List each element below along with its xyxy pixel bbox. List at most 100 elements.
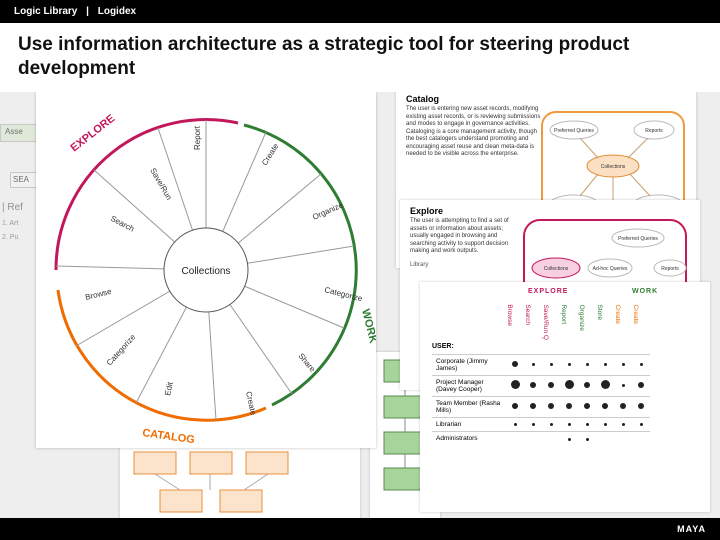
spoke: Report (193, 125, 202, 150)
matrix-cell (596, 375, 614, 396)
spoke: Share (296, 352, 317, 375)
catalog-blurb: The user is entering new asset records, … (406, 106, 546, 159)
matrix-cell (524, 375, 542, 396)
matrix-cell (506, 354, 524, 375)
spoke: Categorize (105, 332, 138, 367)
svg-text:Ad-hoc Queries: Ad-hoc Queries (593, 266, 628, 272)
matrix-row: Team Member (Rasha Mills) (432, 397, 650, 418)
matrix-row: Project Manager (Davey Cooper) (432, 375, 650, 396)
matrix-col: Save/Run Q (542, 302, 560, 354)
matrix-role: Project Manager (Davey Cooper) (432, 375, 506, 396)
matrix-cell (614, 432, 632, 446)
svg-text:Reports: Reports (661, 266, 679, 272)
footer-bar (0, 518, 720, 540)
matrix-cell (560, 397, 578, 418)
stage: Asse SEA | Ref 1. Art 2. Pu (0, 92, 720, 522)
spoke: Create (260, 141, 281, 167)
matrix-cell (614, 397, 632, 418)
matrix-col: Report (560, 302, 578, 354)
matrix-role: Librarian (432, 418, 506, 432)
spoke: Browse (84, 287, 113, 302)
matrix-cell (632, 418, 650, 432)
slide-title: Use information architecture as a strate… (0, 23, 720, 89)
matrix-cell (632, 397, 650, 418)
top-bar: Logic Library | Logidex (0, 0, 720, 23)
ghost-tab: Asse (0, 124, 38, 142)
matrix-cell (506, 397, 524, 418)
matrix-cell (578, 418, 596, 432)
svg-text:Collections: Collections (544, 266, 569, 272)
ghost-row: 2. Pu (2, 234, 18, 241)
spoke: Search (109, 214, 136, 234)
matrix-cell (596, 354, 614, 375)
matrix-row: Administrators (432, 432, 650, 446)
matrix-cell (506, 418, 524, 432)
matrix-cell (560, 418, 578, 432)
matrix-cell (542, 375, 560, 396)
matrix-cell (542, 418, 560, 432)
matrix-user-header: USER: (432, 343, 454, 350)
matrix-row: Corporate (Jimmy James) (432, 354, 650, 375)
matrix-cell (524, 397, 542, 418)
matrix-cell (524, 418, 542, 432)
floater-wireframe (120, 442, 360, 522)
matrix-cell (506, 375, 524, 396)
matrix-cell (542, 397, 560, 418)
explore-heading: Explore (410, 206, 690, 216)
matrix-role: Corporate (Jimmy James) (432, 354, 506, 375)
spoke: Edit (163, 380, 175, 396)
wheel-svg: Collections EXPLORE WORK CATALOG Search … (36, 92, 376, 448)
ghost-row: 1. Art (2, 220, 18, 227)
matrix-cell (542, 432, 560, 446)
matrix-col: Create (614, 302, 632, 354)
user-task-matrix: EXPLORE WORK USER: BrowseSearchSave/Run Q… (420, 282, 710, 512)
matrix-col: Search (524, 302, 542, 354)
module-name: Logidex (98, 6, 136, 17)
wheel-label-work: WORK (359, 308, 376, 345)
explore-blurb: The user is attempting to find a set of … (410, 218, 520, 256)
matrix-cell (614, 354, 632, 375)
separator: | (86, 6, 89, 17)
matrix-cell (632, 432, 650, 446)
matrix-role: Team Member (Rasha Mills) (432, 397, 506, 418)
svg-text:Collections: Collections (601, 164, 626, 170)
matrix-col: Organize (578, 302, 596, 354)
matrix-cell (596, 432, 614, 446)
ghost-refine: | Ref (2, 202, 23, 213)
matrix-cell (524, 354, 542, 375)
matrix-cell (560, 432, 578, 446)
matrix-cell (596, 418, 614, 432)
ia-wheel: Collections EXPLORE WORK CATALOG Search … (36, 92, 376, 448)
spoke: Organize (311, 200, 345, 222)
product-name: Logic Library (14, 6, 77, 17)
footer-brand: MAYA (663, 518, 720, 540)
matrix-cell (578, 397, 596, 418)
svg-text:Preferred Queries: Preferred Queries (554, 128, 594, 134)
matrix-cell (542, 354, 560, 375)
matrix-col: Browse (506, 302, 524, 354)
matrix-col: Store (596, 302, 614, 354)
wheel-center: Collections (182, 266, 231, 277)
matrix-cell (524, 432, 542, 446)
svg-text:Preferred Queries: Preferred Queries (618, 236, 658, 242)
matrix-cell (578, 432, 596, 446)
wheel-label-catalog: CATALOG (142, 427, 196, 446)
matrix-cell (614, 418, 632, 432)
spoke: Categorize (324, 285, 364, 303)
matrix-cell (578, 354, 596, 375)
wheel-label-explore: EXPLORE (68, 113, 117, 155)
matrix-cell (614, 375, 632, 396)
matrix-role: Administrators (432, 432, 506, 446)
matrix-zone-explore: EXPLORE (528, 288, 568, 295)
matrix-col: Create (632, 302, 650, 354)
matrix-cell (560, 375, 578, 396)
matrix-zone-work: WORK (632, 288, 658, 295)
matrix-cell (632, 375, 650, 396)
matrix-cell (578, 375, 596, 396)
matrix-row: Librarian (432, 418, 650, 432)
catalog-heading: Catalog (406, 94, 686, 104)
matrix-cell (596, 397, 614, 418)
spoke: Save/Run (148, 167, 173, 202)
matrix-cell (506, 432, 524, 446)
matrix-cell (560, 354, 578, 375)
